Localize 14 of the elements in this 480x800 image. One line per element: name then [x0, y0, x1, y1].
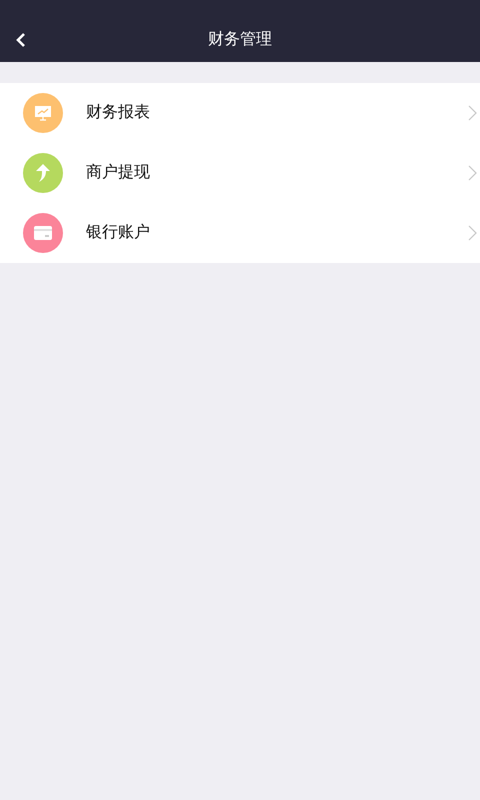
menu-item[interactable]: 银行账户 [0, 203, 480, 263]
card-icon [34, 226, 52, 240]
menu-label: 财务报表 [86, 102, 151, 123]
up-arrow-icon [36, 164, 50, 182]
menu-label: 商户提现 [86, 162, 151, 183]
menu-item[interactable]: 财务报表 [0, 83, 480, 143]
menu-item[interactable]: 商户提现 [0, 143, 480, 203]
chevron-right-icon [468, 225, 477, 241]
page-title: 财务管理 [208, 30, 272, 50]
back-icon [15, 32, 27, 48]
presentation-board-icon [34, 105, 52, 121]
chevron-right-icon [468, 165, 477, 181]
menu-label: 银行账户 [86, 222, 151, 243]
chevron-right-icon [468, 105, 477, 121]
